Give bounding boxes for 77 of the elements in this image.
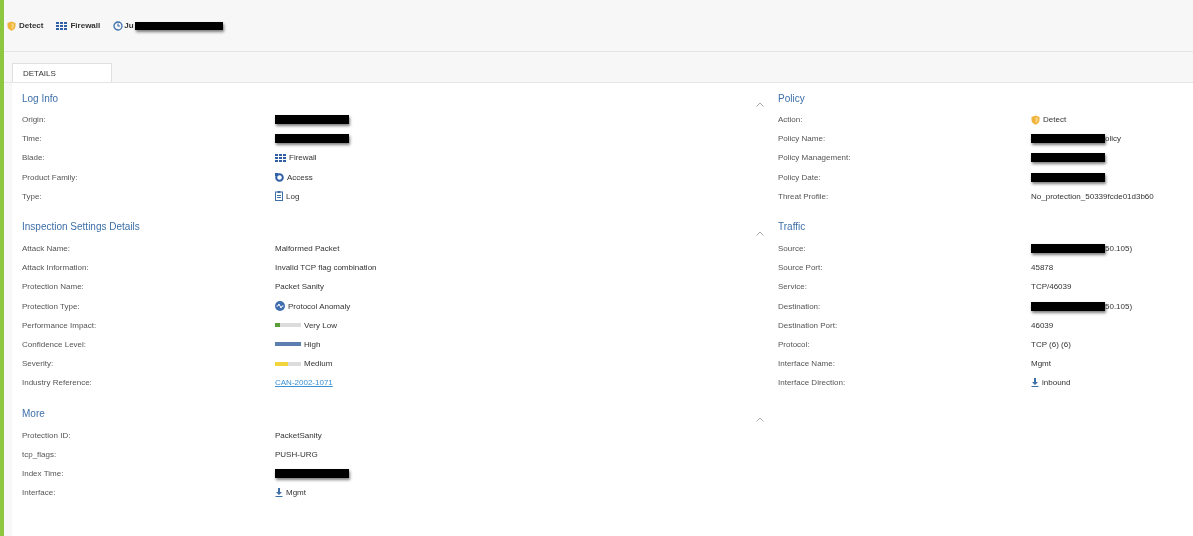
- field-label: Industry Reference:: [21, 378, 93, 388]
- field-label: Policy Date:: [777, 172, 822, 182]
- field-label: Origin:: [21, 115, 47, 125]
- field-value: No_protection_50339fcde01d3b60: [1031, 191, 1154, 201]
- download-icon: [1031, 378, 1039, 388]
- header-label: Firewall: [70, 21, 101, 30]
- field-label: Policy Management:: [777, 153, 852, 163]
- field-value: inbound: [1042, 378, 1071, 388]
- field-value: Invalid TCP flag combination: [275, 263, 377, 273]
- field-value: PacketSanity: [275, 430, 322, 440]
- field-value: PUSH-URG: [275, 449, 318, 459]
- field-label: Attack Information:: [21, 263, 90, 273]
- field-label: Protection Name:: [21, 282, 85, 292]
- field-label: Service:: [777, 282, 808, 292]
- grid-icon: [275, 153, 286, 162]
- field-value: Detect: [1043, 115, 1067, 125]
- field-label: Source Port:: [777, 263, 824, 273]
- field-label: Product Family:: [21, 172, 79, 182]
- field-value: TCP (6) (6): [1031, 339, 1071, 349]
- chevron-up-icon[interactable]: [756, 102, 764, 107]
- field-label: Attack Name:: [21, 244, 71, 254]
- field-label: Destination:: [777, 301, 822, 311]
- field-label: Policy Name:: [777, 134, 827, 144]
- field-value: 50.105): [1105, 244, 1133, 254]
- field-value: Log: [286, 191, 300, 201]
- grid-icon: [56, 21, 68, 30]
- section-title: Inspection Settings Details: [22, 221, 140, 233]
- field-label: Interface Direction:: [777, 378, 847, 388]
- field-value: Access: [287, 172, 313, 182]
- field-value: Mgmt: [286, 488, 306, 498]
- field-value: Malformed Packet: [275, 244, 340, 254]
- section-title: More: [22, 407, 45, 419]
- field-label: Destination Port:: [777, 320, 839, 330]
- field-value: Protocol Anomaly: [288, 301, 351, 311]
- field-label: Action:: [777, 115, 804, 125]
- field-label: Protocol:: [777, 339, 811, 349]
- field-label: Type:: [21, 191, 43, 201]
- field-value: 45878: [1031, 263, 1054, 273]
- field-label: Interface Name:: [777, 359, 836, 369]
- field-value: Medium: [304, 359, 333, 369]
- field-label: Threat Profile:: [777, 191, 830, 201]
- field-value: High: [304, 339, 321, 349]
- header-label: Ju: [124, 21, 134, 30]
- field-label: Protection Type:: [21, 301, 81, 311]
- shield-icon: [7, 20, 16, 31]
- field-label: Blade:: [21, 153, 46, 163]
- section-title: Log Info: [22, 92, 59, 104]
- shield-icon: [1031, 114, 1040, 125]
- field-label: Protection ID:: [21, 430, 72, 440]
- field-label: Time:: [21, 134, 43, 144]
- section-title: Policy: [778, 92, 805, 104]
- field-value: 50.105): [1105, 301, 1133, 311]
- reference-link[interactable]: CAN-2002-1071: [275, 378, 333, 388]
- field-value: olicy: [1105, 134, 1121, 144]
- ring-icon: [275, 172, 284, 182]
- field-value: Very Low: [304, 320, 337, 330]
- field-label: Performance Impact:: [21, 320, 98, 330]
- pulse-icon: [275, 301, 285, 312]
- field-label: tcp_flags:: [21, 449, 58, 459]
- section-title: Traffic: [778, 221, 806, 233]
- field-value: Firewall: [289, 153, 317, 163]
- field-label: Source:: [777, 244, 807, 254]
- field-label: Severity:: [21, 359, 55, 369]
- field-value: Mgmt: [1031, 359, 1051, 369]
- field-value: 46039: [1031, 320, 1054, 330]
- field-value: TCP/46039: [1031, 282, 1072, 292]
- field-label: Interface:: [21, 488, 57, 498]
- details-tab[interactable]: DETAILS: [12, 63, 112, 82]
- field-label: Confidence Level:: [21, 339, 88, 349]
- download-icon: [275, 488, 283, 498]
- clipboard-icon: [275, 191, 283, 202]
- clock-icon: [113, 20, 124, 31]
- chevron-up-icon[interactable]: [756, 417, 764, 423]
- header-label: Detect: [19, 21, 44, 30]
- chevron-up-icon[interactable]: [756, 230, 764, 236]
- field-label: Index Time:: [21, 468, 65, 478]
- field-value: Packet Sanity: [275, 282, 324, 292]
